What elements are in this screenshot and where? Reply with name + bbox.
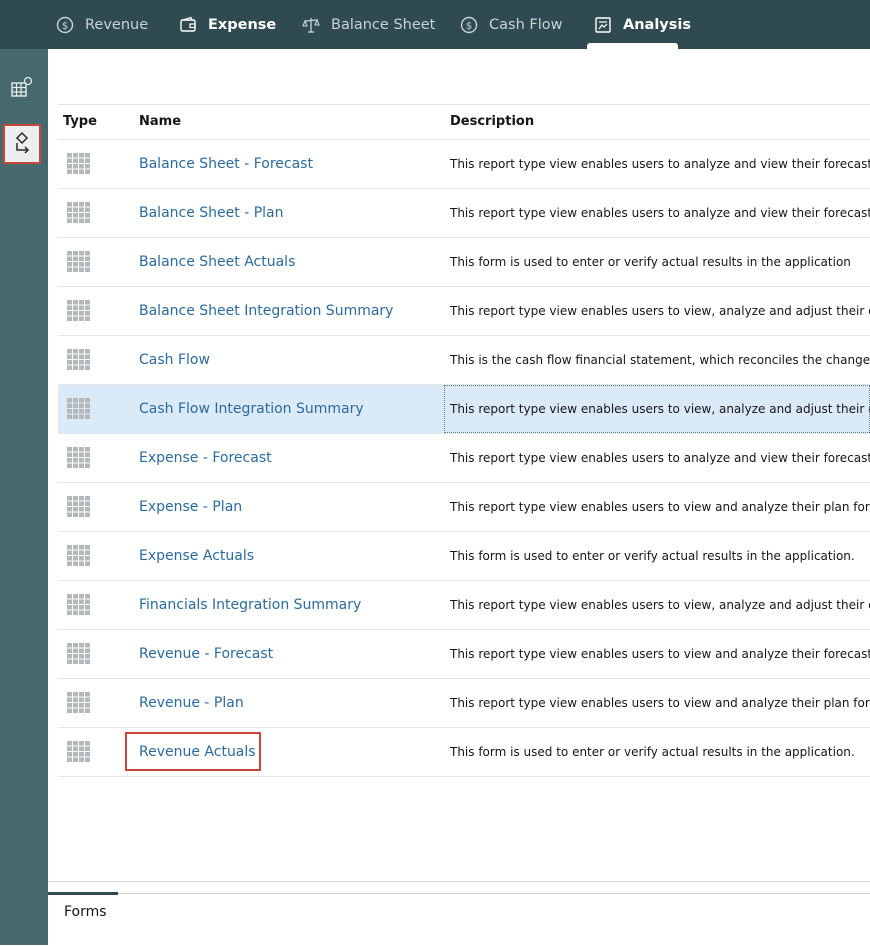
rail-tasks-button[interactable] xyxy=(3,124,41,164)
row-description: This report type view enables users to v… xyxy=(450,696,870,710)
row-name-link[interactable]: Cash Flow Integration Summary xyxy=(139,385,364,433)
main-content: Type Name Description Balance Sheet - Fo… xyxy=(48,49,870,945)
tab-cash-flow[interactable]: $ Cash Flow xyxy=(460,0,562,49)
form-grid-icon xyxy=(67,153,91,175)
table-row[interactable]: Financials Integration Summary This repor… xyxy=(58,581,870,630)
tab-analysis[interactable]: Analysis xyxy=(594,0,691,49)
tab-expense-label: Expense xyxy=(208,16,277,33)
row-description: This report type view enables users to a… xyxy=(450,451,870,465)
table-row[interactable]: Expense - Forecast This report type view … xyxy=(58,434,870,483)
report-icon xyxy=(594,16,612,34)
form-grid-icon xyxy=(67,496,91,518)
form-grid-icon xyxy=(67,300,91,322)
row-name-link[interactable]: Balance Sheet - Plan xyxy=(139,189,284,237)
row-description: This report type view enables users to a… xyxy=(450,206,870,220)
header-description[interactable]: Description xyxy=(450,105,534,139)
form-grid-icon xyxy=(67,741,91,763)
table-row[interactable]: Balance Sheet - Plan This report type vie… xyxy=(58,189,870,238)
table-row[interactable]: Revenue - Forecast This report type view … xyxy=(58,630,870,679)
tab-balance-sheet[interactable]: Balance Sheet xyxy=(302,0,435,49)
row-name-link[interactable]: Revenue - Plan xyxy=(139,679,244,727)
row-description: This form is used to enter or verify act… xyxy=(450,745,855,759)
form-grid-icon xyxy=(67,447,91,469)
svg-text:$: $ xyxy=(62,21,68,32)
tasks-flow-icon xyxy=(10,130,34,158)
tab-revenue[interactable]: $ Revenue xyxy=(56,0,148,49)
row-description: This report type view enables users to v… xyxy=(450,304,870,318)
table-row[interactable]: Expense - Plan This report type view enab… xyxy=(58,483,870,532)
table-header: Type Name Description xyxy=(58,104,870,140)
table-row[interactable]: Balance Sheet Integration Summary This re… xyxy=(58,287,870,336)
row-description: This form is used to enter or verify act… xyxy=(450,549,855,563)
top-navigation: $ Revenue Expense Balance Sheet $ Cash F… xyxy=(0,0,870,49)
table-row[interactable]: Expense Actuals This form is used to ente… xyxy=(58,532,870,581)
highlight-box xyxy=(125,732,261,771)
table-row[interactable]: Balance Sheet Actuals This form is used t… xyxy=(58,238,870,287)
tab-balance-sheet-label: Balance Sheet xyxy=(331,16,436,33)
row-name-link[interactable]: Expense - Plan xyxy=(139,483,242,531)
row-description: This is the cash flow financial statemen… xyxy=(450,353,870,367)
row-name-link[interactable]: Expense Actuals xyxy=(139,532,254,580)
row-name-link[interactable]: Balance Sheet - Forecast xyxy=(139,140,313,188)
row-description: This report type view enables users to v… xyxy=(450,500,870,514)
form-grid-icon xyxy=(67,594,91,616)
tab-analysis-label: Analysis xyxy=(623,16,691,33)
tab-revenue-label: Revenue xyxy=(85,16,149,33)
form-grid-icon xyxy=(67,692,91,714)
footer-forms-label[interactable]: Forms xyxy=(64,904,107,920)
row-name-link[interactable]: Balance Sheet Actuals xyxy=(139,238,295,286)
row-description: This report type view enables users to v… xyxy=(444,385,870,433)
row-description: This report type view enables users to a… xyxy=(450,157,870,171)
dollar-circle-icon: $ xyxy=(56,16,74,34)
tab-cash-flow-label: Cash Flow xyxy=(489,16,563,33)
row-description: This report type view enables users to v… xyxy=(450,598,870,612)
header-type[interactable]: Type xyxy=(63,105,97,139)
form-grid-icon xyxy=(67,545,91,567)
wallet-icon xyxy=(179,16,197,34)
svg-text:$: $ xyxy=(466,21,472,32)
dollar-circle-icon: $ xyxy=(460,16,478,34)
rail-forms-button[interactable] xyxy=(4,71,40,107)
table-row[interactable]: Cash Flow This is the cash flow financial… xyxy=(58,336,870,385)
row-name-link[interactable]: Financials Integration Summary xyxy=(139,581,361,629)
table-row[interactable]: Revenue - Plan This report type view enab… xyxy=(58,679,870,728)
header-name[interactable]: Name xyxy=(139,105,181,139)
balance-scale-icon xyxy=(302,16,320,34)
row-name-link[interactable]: Balance Sheet Integration Summary xyxy=(139,287,393,335)
table-row[interactable]: Balance Sheet - Forecast This report type… xyxy=(58,140,870,189)
forms-table: Type Name Description Balance Sheet - Fo… xyxy=(58,104,870,777)
form-grid-icon xyxy=(67,349,91,371)
divider xyxy=(48,893,870,894)
row-description: This report type view enables users to v… xyxy=(450,647,870,661)
left-rail xyxy=(0,49,48,945)
form-grid-icon xyxy=(67,643,91,665)
tab-expense[interactable]: Expense xyxy=(179,0,276,49)
row-name-link[interactable]: Revenue - Forecast xyxy=(139,630,273,678)
row-name-link[interactable]: Expense - Forecast xyxy=(139,434,272,482)
form-grid-icon xyxy=(67,398,91,420)
form-grid-icon xyxy=(67,251,91,273)
table-row[interactable]: Cash Flow Integration Summary This report… xyxy=(58,385,870,434)
row-description: This form is used to enter or verify act… xyxy=(450,255,851,269)
row-name-link[interactable]: Cash Flow xyxy=(139,336,210,384)
bottom-bar: Forms xyxy=(48,881,870,946)
form-grid-icon xyxy=(67,202,91,224)
footer-accent xyxy=(48,892,118,895)
forms-grid-icon xyxy=(10,75,34,103)
